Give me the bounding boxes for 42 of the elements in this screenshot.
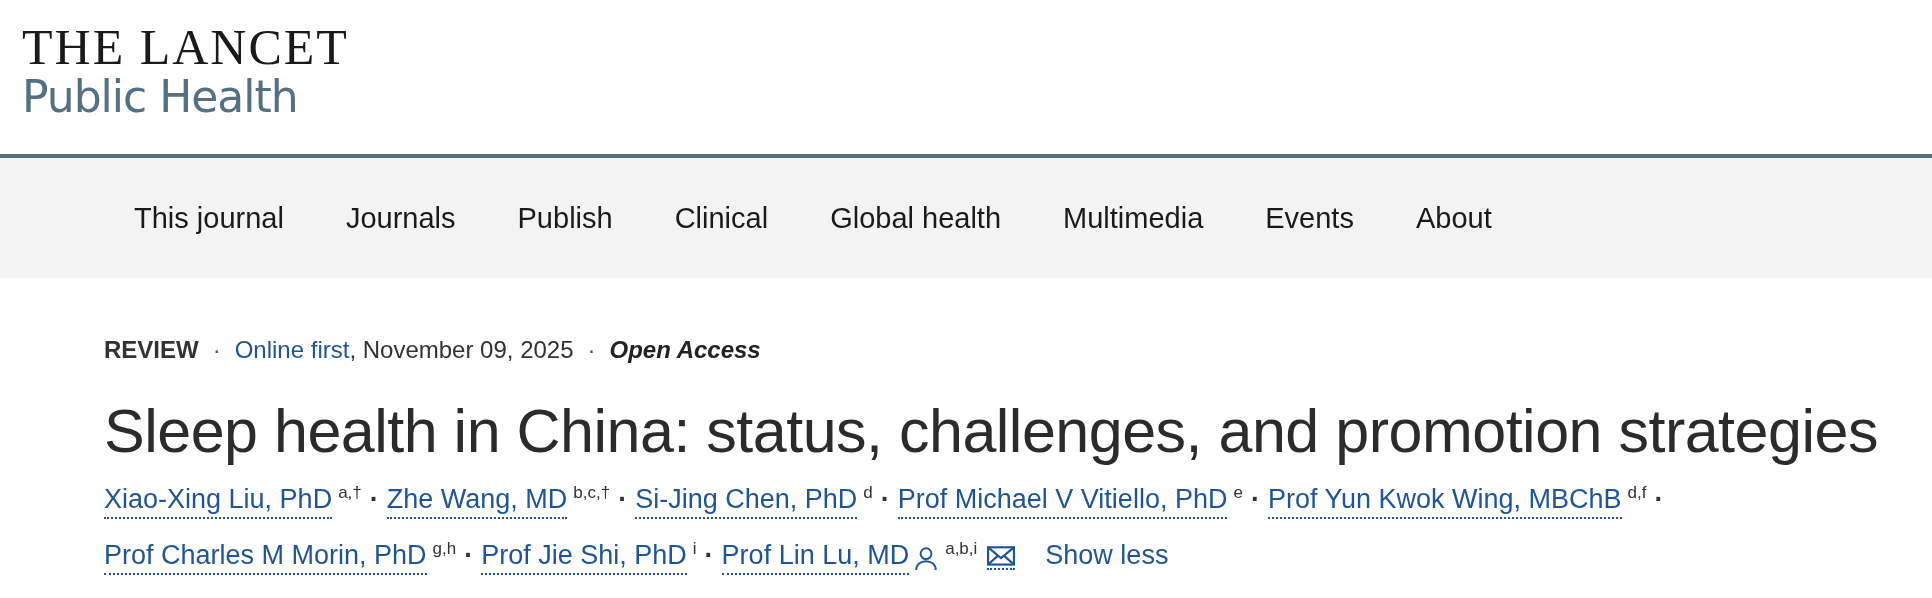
separator-dot: · [1654, 484, 1664, 515]
journal-logo-subtitle[interactable]: Public Health [22, 70, 298, 124]
separator-dot: · [587, 336, 596, 364]
nav-link[interactable]: Global health [830, 201, 1002, 235]
nav-link[interactable]: About [1415, 201, 1492, 235]
email-icon[interactable] [987, 545, 1016, 570]
affiliation-marks: d [863, 483, 873, 503]
nav-link[interactable]: This journal [134, 201, 284, 235]
affiliation-marks: b,c,† [573, 483, 611, 503]
online-first-link[interactable]: Online first [234, 336, 350, 363]
show-less-link[interactable]: Show less [1045, 540, 1169, 571]
open-access-label: Open Access [609, 336, 761, 364]
nav-link[interactable]: Events [1265, 201, 1354, 235]
journal-logo-title[interactable]: THE LANCET [22, 24, 349, 70]
separator-dot: · [618, 484, 628, 515]
nav-link[interactable]: Clinical [674, 201, 769, 235]
article-type: REVIEW [104, 336, 199, 364]
author-link[interactable]: Prof Lin Lu, MD [721, 540, 910, 575]
affiliation-marks: e [1233, 483, 1243, 503]
separator-dot: · [212, 336, 221, 364]
author-link[interactable]: Prof Charles M Morin, PhD [104, 540, 427, 575]
author-link[interactable]: Prof Jie Shi, PhD [481, 540, 687, 575]
nav-link[interactable]: Publish [517, 201, 613, 235]
author-link[interactable]: Si-Jing Chen, PhD [635, 484, 858, 519]
separator-dot: · [880, 484, 890, 515]
affiliation-marks: g,h [432, 539, 457, 559]
author-link[interactable]: Prof Michael V Vitiello, PhD [897, 484, 1228, 519]
article-title: Sleep health in China: status, challenges, and promotion strategies [104, 396, 1879, 466]
affiliation-marks: a,† [338, 483, 362, 503]
author-link[interactable]: Xiao-Xing Liu, PhD [104, 484, 333, 519]
separator-dot: · [464, 540, 474, 571]
nav-link[interactable]: Multimedia [1063, 201, 1204, 235]
affiliation-marks: a,b,i [945, 539, 978, 559]
separator-dot: · [369, 484, 379, 515]
separator-dot: · [1250, 484, 1260, 515]
author-link[interactable]: Zhe Wang, MD [386, 484, 568, 519]
author-link[interactable]: Prof Yun Kwok Wing, MBChB [1267, 484, 1622, 519]
nav-link[interactable]: Journals [345, 201, 456, 235]
publication-date: , November 09, 2025 [349, 336, 574, 363]
affiliation-marks: d,f [1627, 483, 1647, 503]
separator-dot: · [704, 540, 714, 571]
affiliation-marks: i [692, 539, 697, 559]
